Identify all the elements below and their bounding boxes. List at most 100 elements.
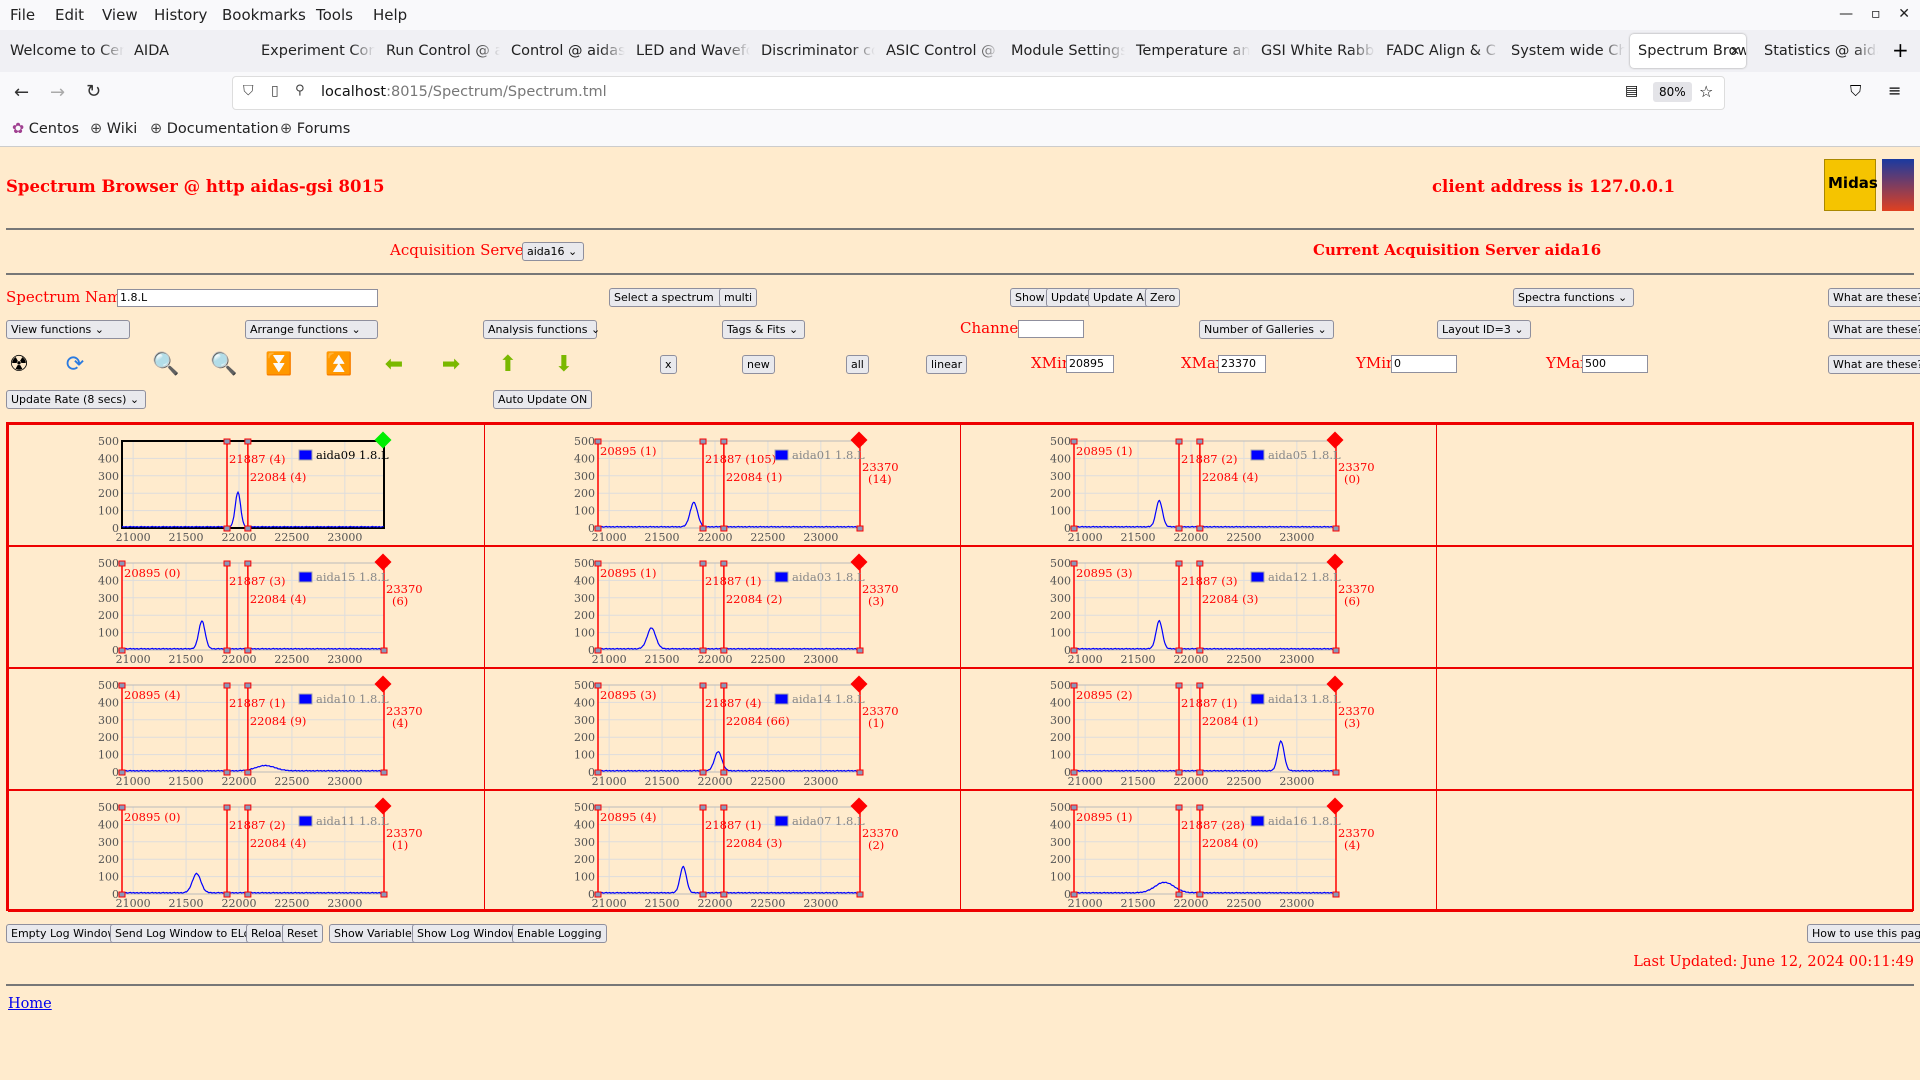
gallery-cell[interactable]: 0 100 200 300 400 500 21000 21500 22000 22500 2300… bbox=[8, 546, 485, 668]
pocket-icon[interactable]: ⛉ bbox=[1850, 82, 1861, 100]
close-tab-icon[interactable]: ✕ bbox=[1730, 34, 1740, 68]
permissions-icon[interactable]: ⚲ bbox=[295, 83, 305, 98]
browser-tab[interactable]: GSI White Rabbit bbox=[1253, 34, 1375, 68]
gallery-cell[interactable]: 0 100 200 300 400 500 21000 21500 22000 22500 2300… bbox=[8, 790, 485, 912]
menu-bookmarks[interactable]: Bookmarks bbox=[222, 6, 306, 24]
ymin-input[interactable]: 0 bbox=[1391, 355, 1457, 373]
new-tab-icon[interactable]: + bbox=[1892, 38, 1909, 62]
arrow-right-icon[interactable]: ➡ bbox=[438, 352, 464, 377]
browser-tab[interactable]: LED and Waveform bbox=[628, 34, 750, 68]
gallery-cell[interactable]: 0 100 200 300 400 500 21000 21500 22000 22500 2300… bbox=[8, 668, 485, 790]
marker-handle bbox=[223, 682, 231, 689]
browser-tab[interactable]: AIDA bbox=[126, 34, 248, 68]
radiation-icon[interactable]: ☢ bbox=[6, 352, 32, 377]
all-button[interactable]: all bbox=[846, 355, 869, 374]
menu-history[interactable]: History bbox=[154, 6, 207, 24]
new-button[interactable]: new bbox=[742, 355, 775, 374]
browser-tab[interactable]: Welcome to Centos bbox=[2, 34, 124, 68]
tags-fits-dropdown[interactable]: Tags & Fits bbox=[722, 320, 806, 339]
auto-update-button[interactable]: Auto Update ON bbox=[493, 390, 593, 409]
reload-icon[interactable]: ↻ bbox=[86, 81, 101, 102]
menu-edit[interactable]: Edit bbox=[55, 6, 84, 24]
what-are-these-button[interactable]: What are these? bbox=[1828, 320, 1920, 339]
window-controls[interactable]: — ▫ ✕ bbox=[1839, 6, 1910, 22]
what-are-these-button[interactable]: What are these? bbox=[1828, 288, 1920, 307]
reader-view-icon[interactable]: ▤ bbox=[1625, 83, 1638, 99]
gallery-cell[interactable]: 0 100 200 300 400 500 21000 21500 22000 22500 2300… bbox=[960, 668, 1437, 790]
gallery-cell[interactable]: 0 100 200 300 400 500 21000 21500 22000 22500 2300… bbox=[8, 424, 485, 546]
how-to-use-button[interactable]: How to use this page bbox=[1807, 924, 1920, 943]
multi-button[interactable]: multi bbox=[719, 288, 758, 307]
gallery-cell[interactable]: 0 100 200 300 400 500 21000 21500 22000 22500 2300… bbox=[960, 790, 1437, 912]
forward-icon[interactable]: → bbox=[50, 82, 65, 103]
select-diamond-icon bbox=[850, 553, 868, 571]
back-icon[interactable]: ← bbox=[14, 82, 29, 103]
shield-icon[interactable]: ⛉ bbox=[243, 83, 254, 99]
x-button[interactable]: x bbox=[660, 355, 677, 374]
browser-tab[interactable]: Module Settings bbox=[1003, 34, 1125, 68]
enable-logging-button[interactable]: Enable Logging bbox=[512, 924, 607, 943]
arrow-left-icon[interactable]: ⬅ bbox=[381, 352, 407, 377]
browser-tab[interactable]: Spectrum Browser✕ bbox=[1630, 34, 1746, 68]
bookmark-forums[interactable]: ⊕ Forums bbox=[280, 121, 350, 137]
send-log-window-to-elog-button[interactable]: Send Log Window to ELog bbox=[110, 924, 263, 943]
browser-tab[interactable]: Control @ aidas bbox=[503, 34, 625, 68]
xmin-input[interactable]: 20895 bbox=[1066, 355, 1114, 373]
reset-button[interactable]: Reset bbox=[282, 924, 323, 943]
arrow-up-icon[interactable]: ⬆ bbox=[495, 352, 521, 377]
layout-dropdown[interactable]: Layout ID=3 bbox=[1437, 320, 1531, 339]
update-rate-dropdown[interactable]: Update Rate (8 secs) bbox=[6, 390, 147, 409]
browser-tab[interactable]: ASIC Control @ bbox=[878, 34, 1000, 68]
analysis-functions-dropdown[interactable]: Analysis functions bbox=[483, 320, 597, 339]
spectra-functions-dropdown[interactable]: Spectra functions bbox=[1513, 288, 1635, 307]
menu-tools[interactable]: Tools bbox=[316, 6, 353, 24]
browser-tab[interactable]: System wide Ch bbox=[1503, 34, 1625, 68]
show-variables-button[interactable]: Show Variables bbox=[329, 924, 423, 943]
channel-input[interactable] bbox=[1018, 320, 1084, 338]
bookmark-wiki[interactable]: ⊕ Wiki bbox=[90, 121, 137, 137]
zero-button[interactable]: Zero bbox=[1145, 288, 1181, 307]
gallery-cell[interactable]: 0 100 200 300 400 500 21000 21500 22000 22500 2300… bbox=[484, 668, 961, 790]
menu-view[interactable]: View bbox=[102, 6, 138, 24]
gallery-cell[interactable]: 0 100 200 300 400 500 21000 21500 22000 22500 2300… bbox=[484, 424, 961, 546]
ymax-input[interactable]: 500 bbox=[1582, 355, 1648, 373]
browser-tab[interactable]: Statistics @ aidas bbox=[1756, 34, 1878, 68]
marker-handle bbox=[223, 804, 231, 811]
spectrum-name-input[interactable]: 1.8.L bbox=[117, 289, 378, 307]
hamburger-menu-icon[interactable]: ≡ bbox=[1888, 81, 1901, 100]
arrange-functions-dropdown[interactable]: Arrange functions bbox=[245, 320, 378, 339]
linear-button[interactable]: linear bbox=[926, 355, 968, 374]
empty-log-window-button[interactable]: Empty Log Window bbox=[6, 924, 122, 943]
zoom-level[interactable]: 80% bbox=[1653, 82, 1692, 102]
menu-file[interactable]: File bbox=[10, 6, 35, 24]
browser-tab[interactable]: Run Control @ aidas bbox=[378, 34, 500, 68]
zoom-out-icon[interactable]: 🔍 bbox=[210, 352, 237, 377]
bookmark-documentation[interactable]: ⊕ Documentation bbox=[150, 121, 279, 137]
zoom-in-icon[interactable]: 🔍 bbox=[152, 352, 179, 377]
gallery-cell[interactable]: 0 100 200 300 400 500 21000 21500 22000 22500 2300… bbox=[960, 546, 1437, 668]
show-log-window-button[interactable]: Show Log Window bbox=[412, 924, 522, 943]
compress-icon[interactable]: ⏬ bbox=[265, 352, 292, 377]
home-link[interactable]: Home bbox=[8, 996, 52, 1012]
gallery-cell[interactable]: 0 100 200 300 400 500 21000 21500 22000 22500 2300… bbox=[484, 790, 961, 912]
show-button[interactable]: Show bbox=[1010, 288, 1050, 307]
arrow-down-icon[interactable]: ⬇ bbox=[551, 352, 577, 377]
acquisition-server-select[interactable]: aida16 bbox=[522, 242, 585, 261]
bookmark-centos[interactable]: ✿ Centos bbox=[12, 121, 79, 137]
number-of-galleries-dropdown[interactable]: Number of Galleries bbox=[1199, 320, 1334, 339]
gallery-cell[interactable]: 0 100 200 300 400 500 21000 21500 22000 22500 2300… bbox=[484, 546, 961, 668]
what-are-these-button[interactable]: What are these? bbox=[1828, 355, 1920, 374]
view-functions-dropdown[interactable]: View functions bbox=[6, 320, 130, 339]
star-icon[interactable]: ☆ bbox=[1699, 82, 1713, 101]
gallery-cell[interactable]: 0 100 200 300 400 500 21000 21500 22000 22500 2300… bbox=[960, 424, 1437, 546]
expand-icon[interactable]: ⏫ bbox=[325, 352, 352, 377]
menu-help[interactable]: Help bbox=[373, 6, 407, 24]
browser-tab[interactable]: FADC Align & C bbox=[1378, 34, 1500, 68]
browser-tab[interactable]: Temperature and bbox=[1128, 34, 1250, 68]
xmax-input[interactable]: 23370 bbox=[1218, 355, 1266, 373]
browser-tab[interactable]: Experiment Control bbox=[253, 34, 375, 68]
select-spectrum-dropdown[interactable]: Select a spectrum bbox=[609, 288, 734, 307]
browser-tab[interactable]: Discriminator control bbox=[753, 34, 875, 68]
url-bar[interactable]: ⛉ ▯ ⚲ localhost:8015/Spectrum/Spectrum.t… bbox=[232, 76, 1725, 110]
refresh-icon[interactable]: ⟳ bbox=[62, 352, 88, 377]
